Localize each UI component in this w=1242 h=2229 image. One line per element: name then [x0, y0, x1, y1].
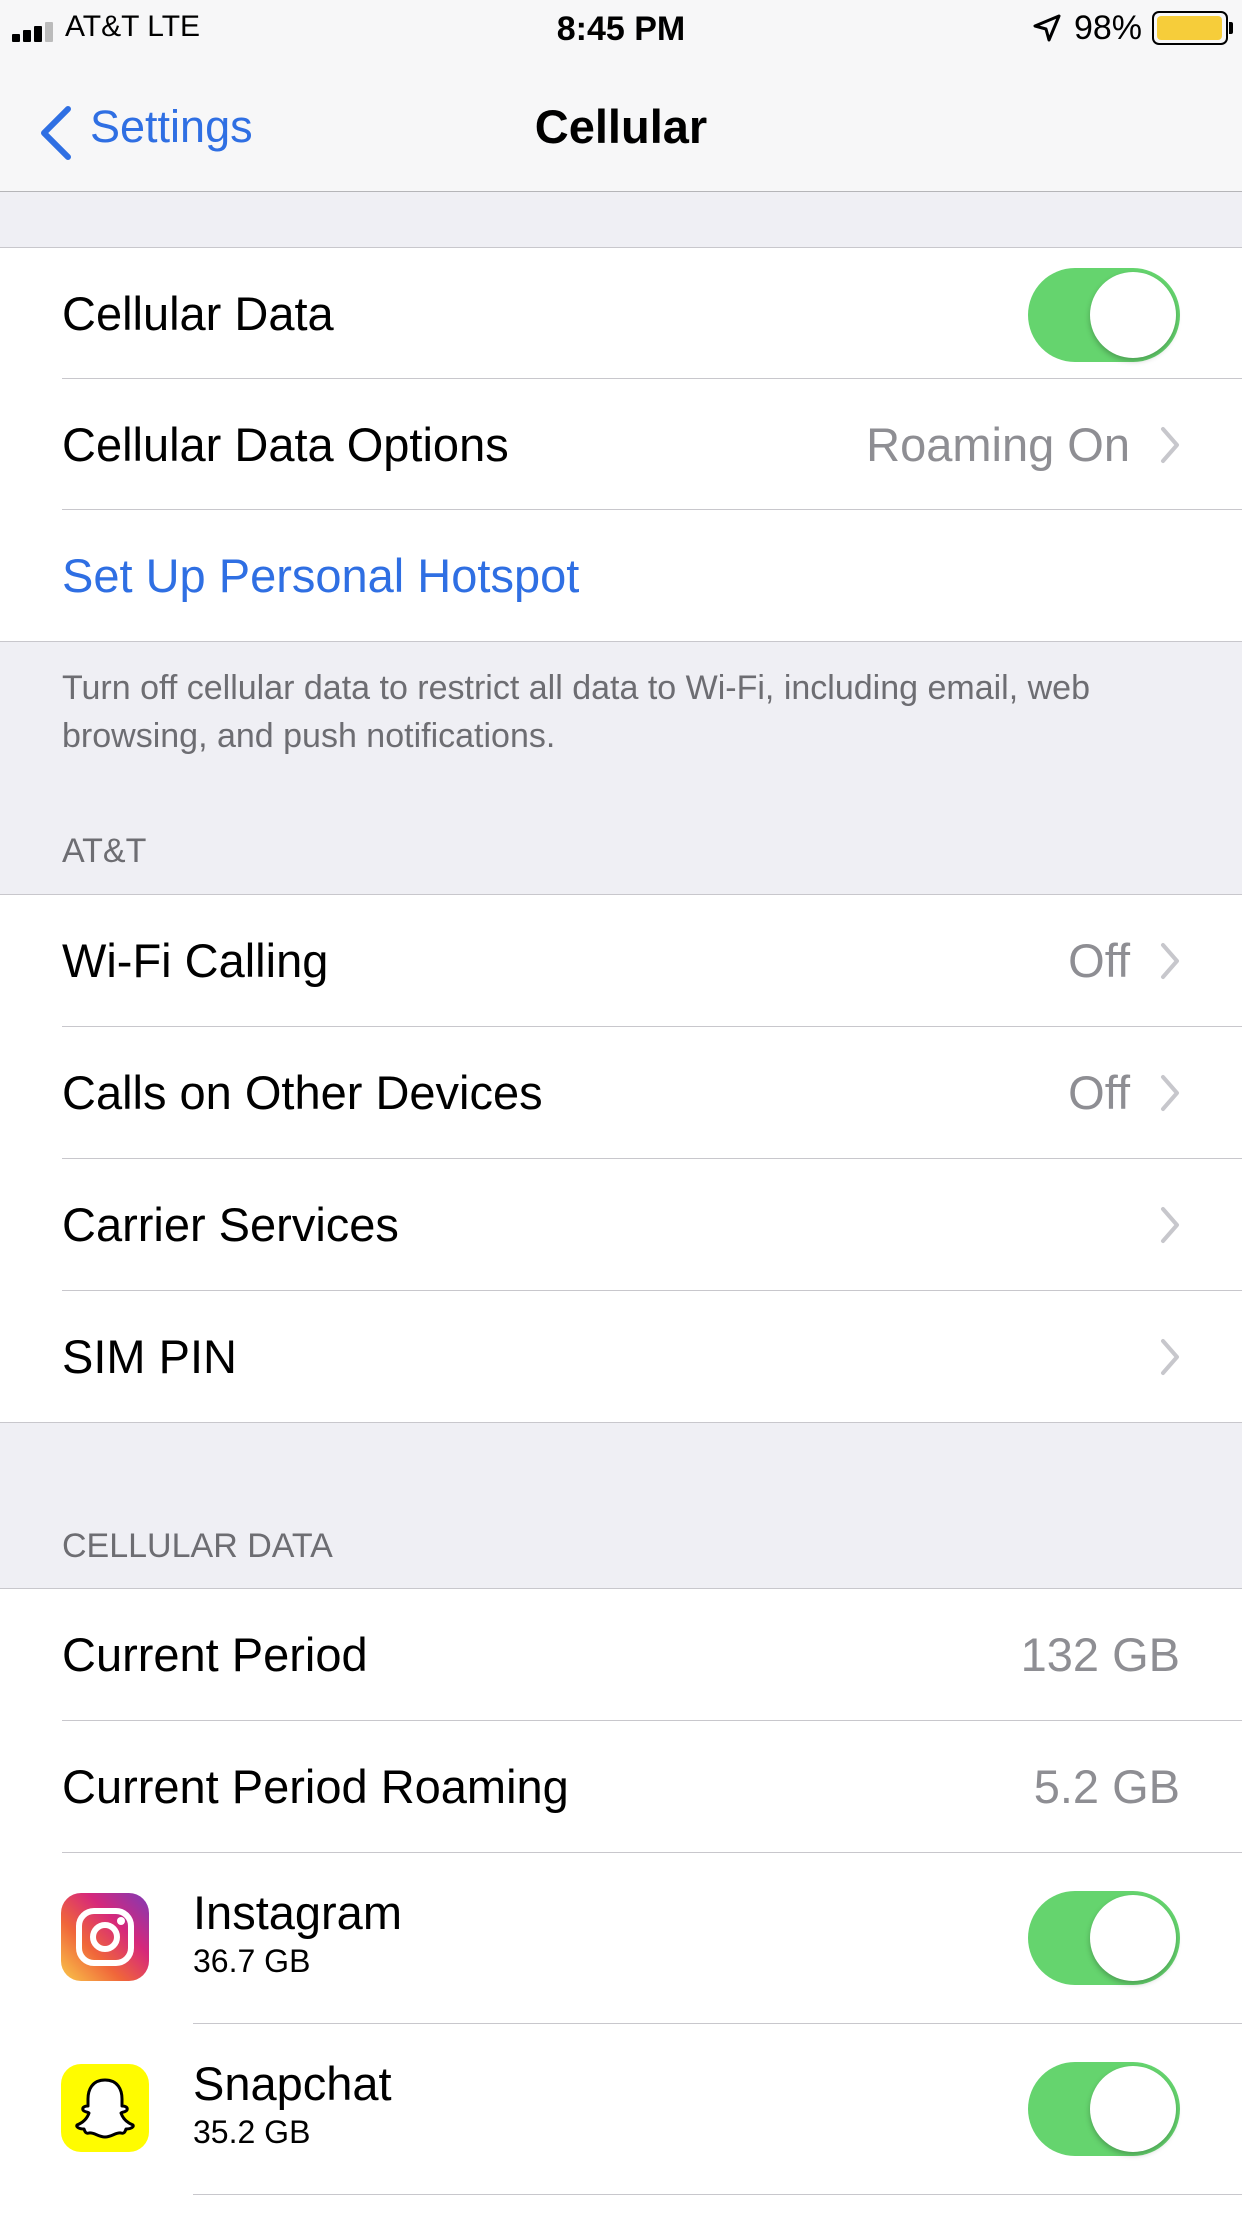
battery-percent: 98%	[1073, 8, 1142, 47]
wifi-calling-value: Off	[1068, 934, 1130, 987]
status-bar: AT&T LTE 8:45 PM 98%	[0, 0, 1242, 55]
snapchat-icon	[61, 2064, 149, 2152]
chevron-right-icon	[1161, 943, 1179, 979]
page-title: Cellular	[534, 100, 708, 153]
current-period-roaming-label: Current Period Roaming	[62, 1760, 569, 1813]
chevron-right-icon	[1161, 1339, 1179, 1375]
app-row-snapchat: Snapchat 35.2 GB	[0, 2024, 1242, 2194]
current-period-roaming-value: 5.2 GB	[1033, 1760, 1180, 1813]
calls-other-devices-row[interactable]: Calls on Other Devices Off	[0, 1027, 1242, 1158]
carrier-services-label: Carrier Services	[62, 1198, 399, 1251]
cellular-data-options-label: Cellular Data Options	[62, 418, 509, 471]
cellular-data-row: Cellular Data	[0, 248, 1242, 379]
status-right-group: 98%	[1032, 8, 1233, 48]
chevron-right-icon	[1161, 1075, 1179, 1111]
chevron-right-icon	[1161, 427, 1179, 463]
chevron-right-icon	[1161, 1207, 1179, 1243]
cellular-data-switch[interactable]	[1028, 268, 1180, 362]
wifi-calling-label: Wi-Fi Calling	[62, 934, 329, 987]
instagram-icon	[61, 1893, 149, 1981]
sim-pin-label: SIM PIN	[62, 1330, 237, 1383]
carrier-section-header: AT&T	[62, 832, 147, 870]
cellular-data-options-value: Roaming On	[866, 418, 1130, 471]
app-row-instagram: Instagram 36.7 GB	[0, 1853, 1242, 2023]
navigation-bar: Settings Cellular	[0, 55, 1242, 192]
current-period-row: Current Period 132 GB	[0, 1589, 1242, 1720]
instagram-switch[interactable]	[1028, 1891, 1180, 1985]
app-size-snapchat: 35.2 GB	[193, 2114, 311, 2150]
cellular-data-label: Cellular Data	[62, 287, 334, 340]
calls-other-devices-value: Off	[1068, 1066, 1130, 1119]
wifi-calling-row[interactable]: Wi-Fi Calling Off	[0, 895, 1242, 1026]
carrier-services-row[interactable]: Carrier Services	[0, 1159, 1242, 1290]
sim-pin-row[interactable]: SIM PIN	[0, 1291, 1242, 1422]
app-name-instagram: Instagram	[193, 1886, 402, 1939]
carrier-group: Wi-Fi Calling Off Calls on Other Devices…	[0, 894, 1242, 1423]
location-arrow-icon	[1033, 14, 1061, 42]
cellular-data-options-row[interactable]: Cellular Data Options Roaming On	[0, 379, 1242, 510]
cellular-data-group: Cellular Data Cellular Data Options Roam…	[0, 247, 1242, 642]
cellular-data-footer: Turn off cellular data to restrict all d…	[62, 669, 1090, 755]
current-period-roaming-row: Current Period Roaming 5.2 GB	[0, 1721, 1242, 1852]
calls-other-devices-label: Calls on Other Devices	[62, 1066, 543, 1119]
current-period-value: 132 GB	[1020, 1628, 1180, 1681]
cellular-usage-group: Current Period 132 GB Current Period Roa…	[0, 1588, 1242, 2229]
personal-hotspot-link[interactable]: Set Up Personal Hotspot	[62, 548, 579, 603]
app-size-instagram: 36.7 GB	[193, 1943, 311, 1979]
current-period-label: Current Period	[62, 1628, 368, 1681]
cellular-data-section-header: CELLULAR DATA	[62, 1527, 333, 1565]
snapchat-switch[interactable]	[1028, 2062, 1180, 2156]
personal-hotspot-row[interactable]: Set Up Personal Hotspot	[0, 510, 1242, 641]
battery-icon	[1152, 11, 1233, 45]
app-name-snapchat: Snapchat	[193, 2057, 392, 2110]
